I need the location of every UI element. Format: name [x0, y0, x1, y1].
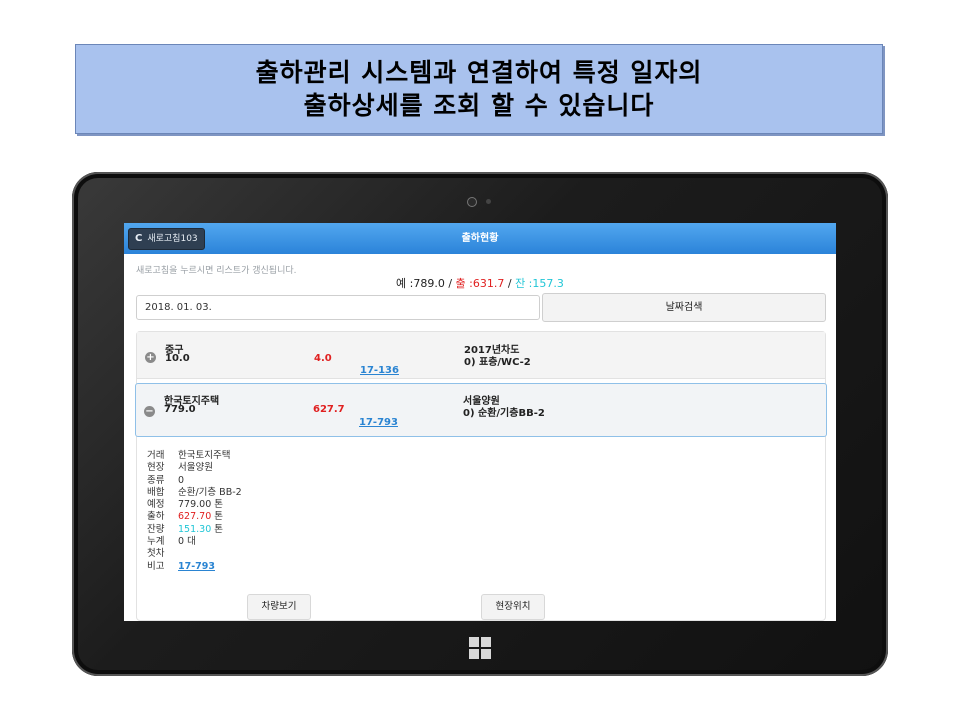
- app-screen: 출하현황 C 새로고침103 새로고침을 누르시면 리스트가 갱신됩니다. 예 …: [124, 223, 836, 621]
- date-field[interactable]: 2018. 01. 03.: [136, 295, 540, 320]
- shipment-details: 거래 한국토지주택 현장 서울양원 종류 0 배합 순환/기층 BB-2 예정 779.0…: [147, 450, 242, 573]
- detail-label: 잔량: [147, 523, 165, 535]
- detail-unit: 톤: [211, 523, 224, 535]
- site-location-button[interactable]: 현장위치: [481, 594, 545, 620]
- detail-label: 배합: [147, 486, 165, 498]
- item-shipped: 627.7: [313, 404, 345, 415]
- detail-label: 첫차: [147, 548, 165, 560]
- detail-unit: 대: [184, 536, 196, 548]
- detail-note-link[interactable]: 17-793: [178, 561, 215, 572]
- item-shipped: 4.0: [314, 353, 332, 364]
- list-item-selected[interactable]: − 한국토지주택 779.0 627.7 17-793 서울양원 0) 순환/기…: [135, 383, 827, 437]
- summary-shipped: 출 :631.7: [455, 277, 505, 290]
- refresh-icon: C: [135, 233, 143, 244]
- app-title-bar: 출하현황 C 새로고침103: [124, 223, 836, 254]
- banner-line-2: 출하상세를 조회 할 수 있습니다: [303, 91, 655, 120]
- detail-mix: 순환/기층 BB-2: [178, 486, 242, 498]
- detail-label: 예정: [147, 499, 165, 511]
- refresh-hint: 새로고침을 누르시면 리스트가 갱신됩니다.: [136, 266, 297, 276]
- app-title: 출하현황: [461, 233, 499, 244]
- expand-plus-icon[interactable]: +: [145, 352, 156, 363]
- shipment-list: + 중구 10.0 4.0 17-136 2017년차도 0) 표층/WC-2 …: [135, 331, 827, 621]
- banner-line-1: 출하관리 시스템과 연결하여 특정 일자의: [255, 58, 703, 87]
- summary-planned: 예 :789.0: [396, 277, 445, 290]
- item-mix: 0) 표층/WC-2: [464, 357, 531, 368]
- date-search-button[interactable]: 날짜검색: [542, 293, 826, 322]
- detail-label: 거래: [147, 450, 165, 461]
- windows-logo-icon[interactable]: [469, 637, 491, 659]
- collapse-minus-icon[interactable]: −: [144, 406, 155, 417]
- detail-unit: 톤: [211, 511, 224, 523]
- detail-unit: 톤: [211, 499, 224, 511]
- summary-remaining: 잔 :157.3: [515, 277, 564, 290]
- detail-planned: 779.00: [178, 499, 212, 511]
- detail-label: 누계: [147, 536, 165, 548]
- slide-banner: 출하관리 시스템과 연결하여 특정 일자의 출하상세를 조회 할 수 있습니다: [75, 44, 883, 134]
- detail-label: 현장: [147, 462, 165, 474]
- refresh-button[interactable]: C 새로고침103: [128, 228, 205, 250]
- view-vehicles-button[interactable]: 차량보기: [247, 594, 311, 620]
- item-planned: 779.0: [164, 404, 196, 415]
- detail-kind: 0: [178, 474, 185, 486]
- summary-separator: /: [444, 277, 456, 290]
- item-mix: 0) 순환/기층BB-2: [463, 408, 545, 419]
- list-item[interactable]: + 중구 10.0 4.0 17-136 2017년차도 0) 표층/WC-2: [137, 332, 825, 379]
- summary-separator: /: [504, 277, 516, 290]
- detail-shipped: 627.70: [178, 511, 212, 523]
- detail-label: 비고: [147, 560, 165, 572]
- detail-remaining: 151.30: [178, 523, 212, 535]
- totals-summary: 예 :789.0 / 출 :631.7 / 잔 :157.3: [396, 275, 564, 291]
- camera-icon: [467, 197, 477, 207]
- item-planned: 10.0: [165, 353, 190, 364]
- detail-label: 출하: [147, 511, 165, 523]
- sensor-icon: [486, 199, 491, 204]
- detail-client: 한국토지주택: [178, 450, 231, 461]
- detail-label: 종류: [147, 474, 165, 486]
- detail-site: 서울양원: [178, 462, 213, 474]
- refresh-label: 새로고침103: [147, 234, 198, 244]
- item-code-link[interactable]: 17-793: [359, 417, 398, 428]
- item-code-link[interactable]: 17-136: [360, 365, 399, 376]
